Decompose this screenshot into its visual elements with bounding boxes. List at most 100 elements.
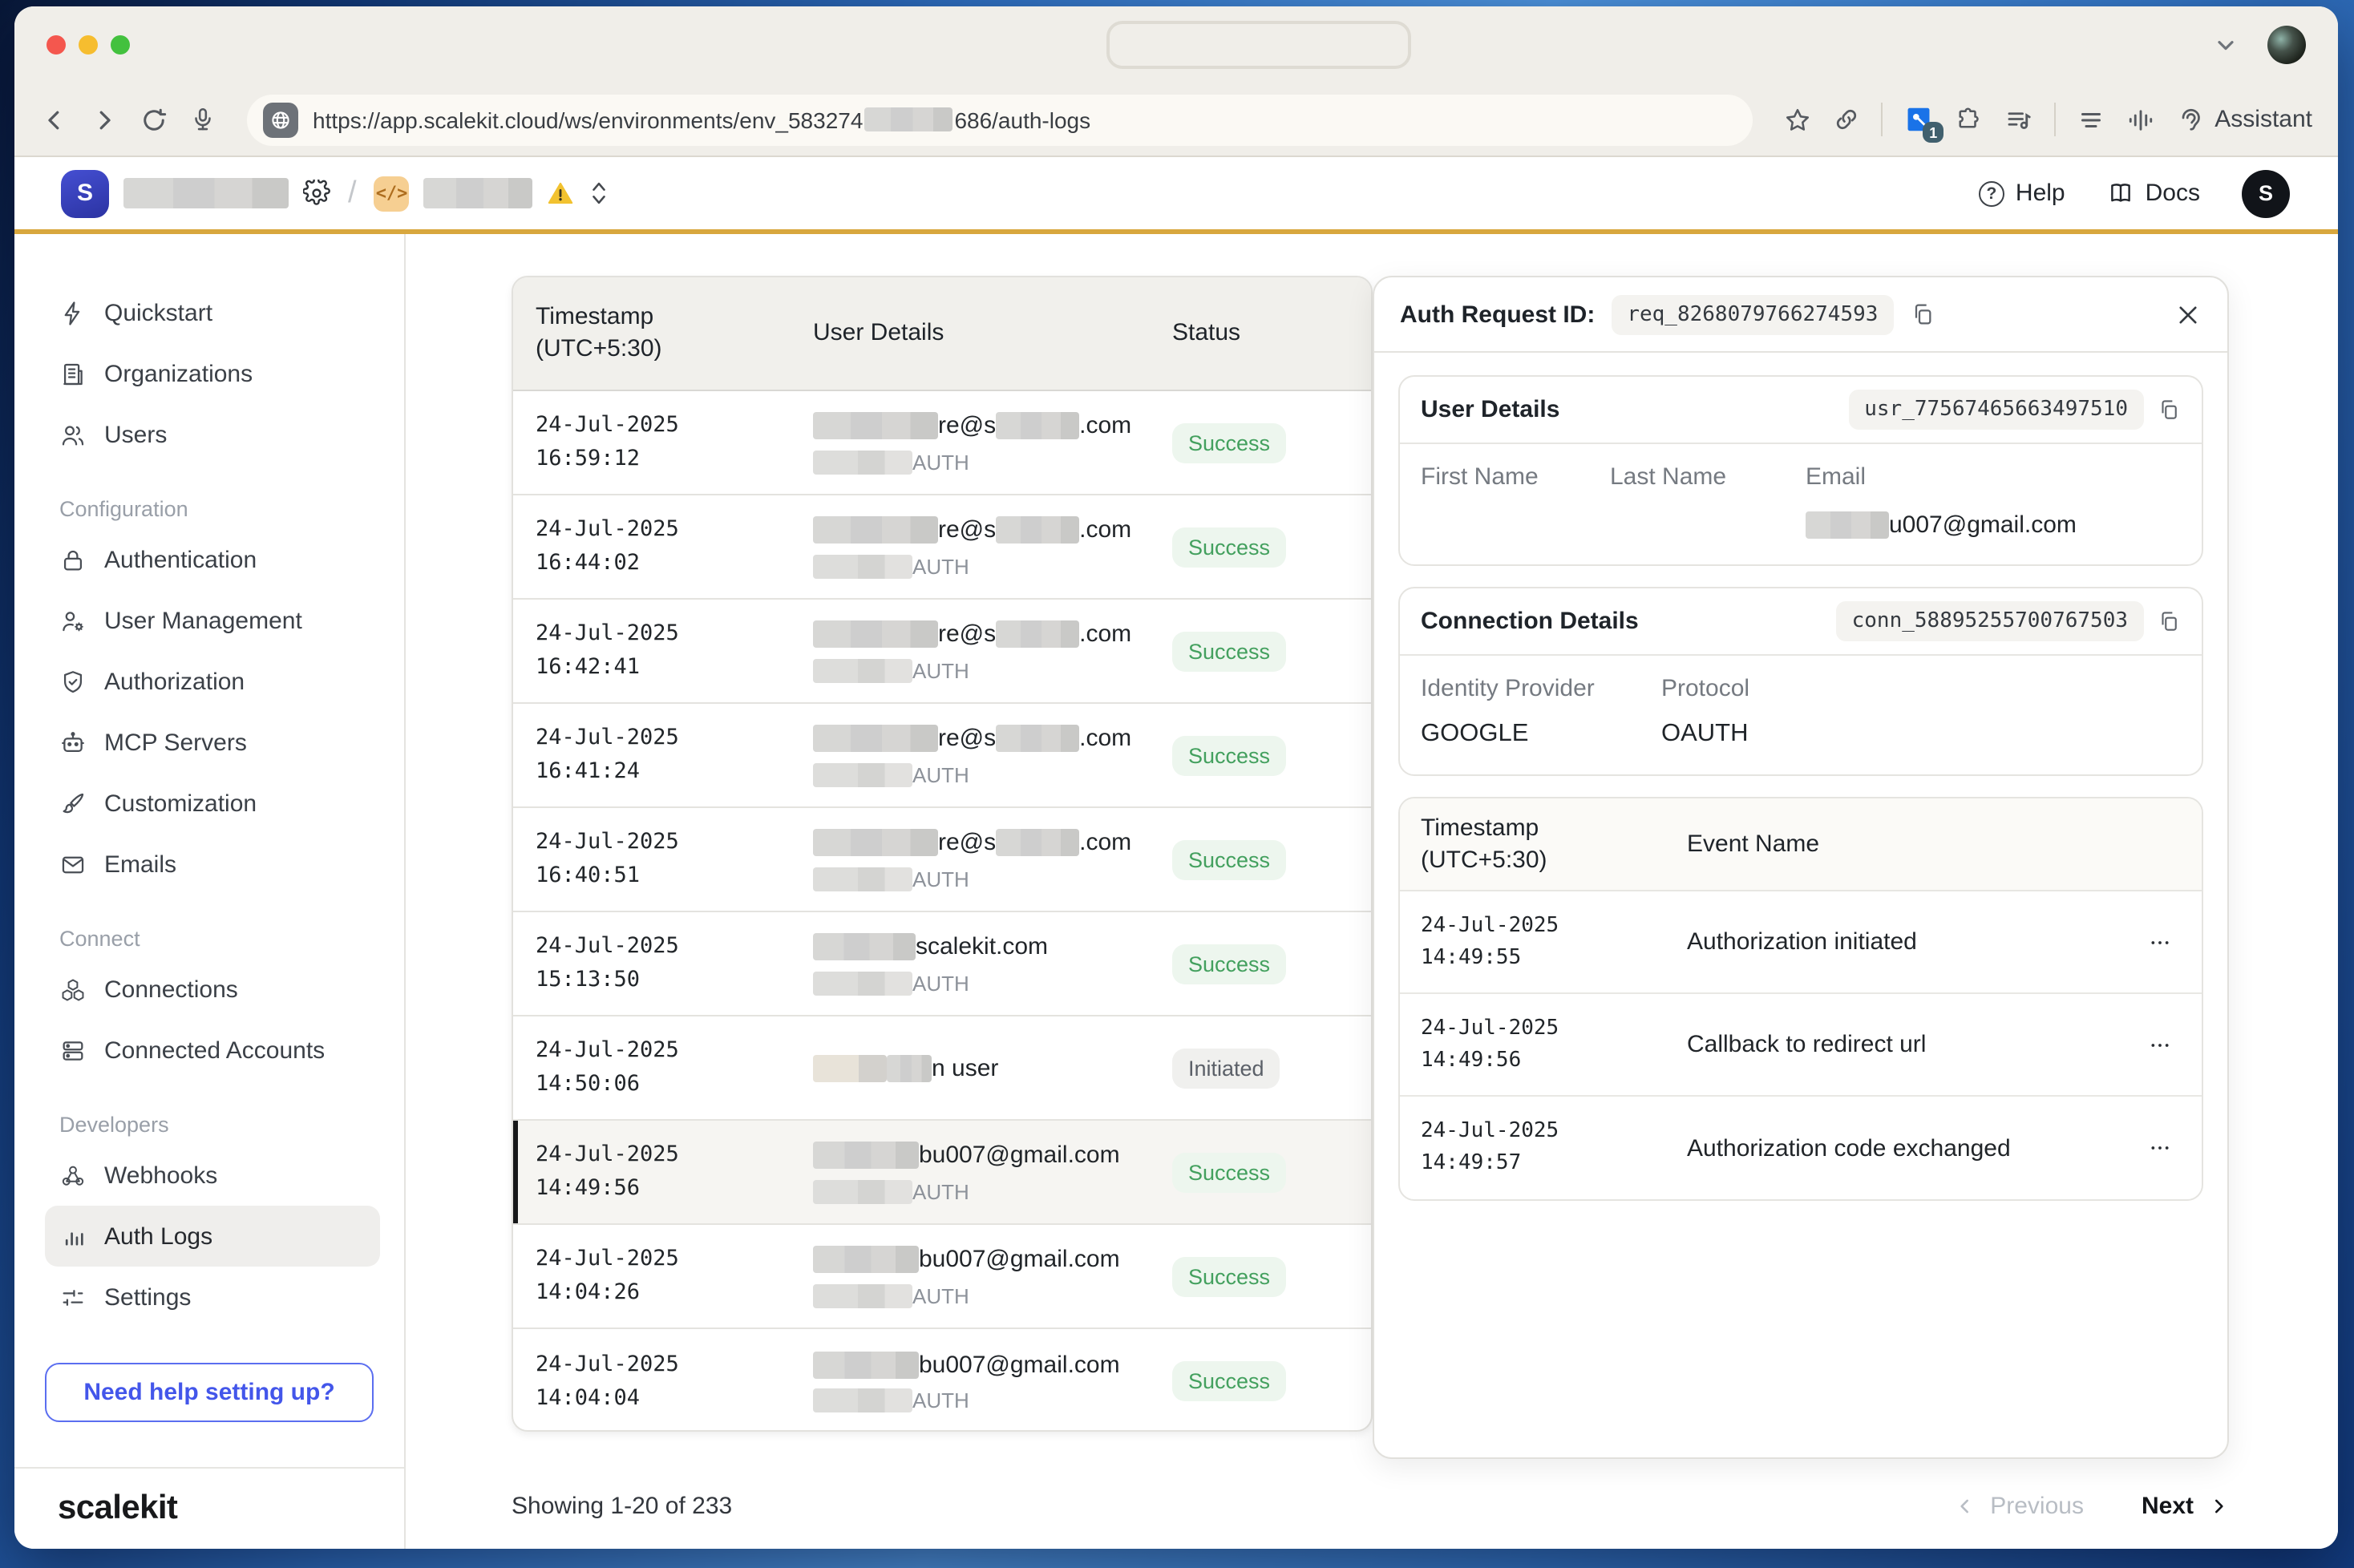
auth-request-id-label: Auth Request ID: bbox=[1400, 301, 1595, 328]
log-timestamp: 24-Jul-202515:13:50 bbox=[513, 930, 813, 997]
event-row: 24-Jul-202514:49:55Authorization initiat… bbox=[1400, 891, 2202, 994]
scalekit-logo: scalekit bbox=[58, 1489, 177, 1528]
log-row[interactable]: 24-Jul-202516:41:24re@s.comAUTHSuccess bbox=[513, 704, 1371, 808]
link-icon[interactable] bbox=[1833, 106, 1860, 133]
event-name: Callback to redirect url bbox=[1687, 1031, 2147, 1058]
more-options-icon[interactable] bbox=[2147, 929, 2202, 955]
event-row: 24-Jul-202514:49:57Authorization code ex… bbox=[1400, 1097, 2202, 1199]
sidebar-item-users[interactable]: Users bbox=[45, 404, 380, 465]
chevron-down-icon[interactable] bbox=[2213, 32, 2239, 58]
building-icon bbox=[59, 360, 87, 387]
browser-titlebar bbox=[14, 6, 2338, 83]
log-row[interactable]: 24-Jul-202514:49:56bu007@gmail.comAUTHSu… bbox=[513, 1121, 1371, 1225]
log-row[interactable]: 24-Jul-202516:44:02re@s.comAUTHSuccess bbox=[513, 495, 1371, 600]
password-manager-icon[interactable]: 1 bbox=[1903, 104, 1934, 135]
status-badge: Success bbox=[1172, 735, 1286, 775]
sidebar-item-customization[interactable]: Customization bbox=[45, 773, 380, 834]
visible-text: bu007@gmail.com bbox=[919, 1246, 1120, 1273]
visible-text: u007@gmail.com bbox=[1889, 511, 2077, 539]
workspace-settings-gear-icon[interactable] bbox=[303, 180, 330, 207]
sidebar-item-quickstart[interactable]: Quickstart bbox=[45, 282, 380, 343]
waveform-icon[interactable] bbox=[2126, 105, 2155, 134]
user-avatar[interactable]: S bbox=[2242, 169, 2290, 217]
need-help-button[interactable]: Need help setting up? bbox=[45, 1363, 374, 1422]
help-button[interactable]: ? Help bbox=[1979, 180, 2065, 207]
events-card: Timestamp(UTC+5:30) Event Name 24-Jul-20… bbox=[1398, 797, 2203, 1201]
playlist-icon[interactable] bbox=[2004, 105, 2033, 134]
book-icon bbox=[2107, 180, 2134, 207]
minimize-window-button[interactable] bbox=[79, 35, 98, 55]
docs-button[interactable]: Docs bbox=[2107, 180, 2200, 207]
user-details-card: User Details usr_77567465663497510 First… bbox=[1398, 375, 2203, 566]
browser-profile-avatar[interactable] bbox=[2267, 26, 2306, 64]
sidebar-item-mcp-servers[interactable]: MCP Servers bbox=[45, 712, 380, 773]
sidebar-item-authorization[interactable]: Authorization bbox=[45, 651, 380, 712]
sidebar-item-connections[interactable]: Connections bbox=[45, 959, 380, 1020]
log-row[interactable]: 24-Jul-202514:50:06n userInitiated bbox=[513, 1016, 1371, 1121]
forward-icon[interactable] bbox=[90, 105, 119, 134]
log-row[interactable]: 24-Jul-202516:59:12re@s.comAUTHSuccess bbox=[513, 391, 1371, 495]
reload-icon[interactable] bbox=[140, 105, 168, 134]
workspace-logo[interactable]: S bbox=[61, 169, 109, 217]
connection-id-chip: conn_58895255700767503 bbox=[1836, 601, 2144, 641]
visible-text: AUTH bbox=[912, 1283, 969, 1307]
more-options-icon[interactable] bbox=[2147, 1032, 2202, 1057]
column-timestamp: Timestamp(UTC+5:30) bbox=[513, 301, 813, 366]
sidebar-item-label: Auth Logs bbox=[104, 1222, 212, 1250]
browser-toolbar: https://app.scalekit.cloud/ws/environmen… bbox=[14, 83, 2338, 157]
bookmark-star-icon[interactable] bbox=[1783, 105, 1812, 134]
visible-text: re@s bbox=[938, 725, 996, 752]
assistant-button[interactable]: Assistant bbox=[2176, 105, 2312, 134]
protocol-value: OAUTH bbox=[1661, 720, 2181, 749]
robot-icon bbox=[59, 729, 87, 756]
url-bar[interactable]: https://app.scalekit.cloud/ws/environmen… bbox=[247, 94, 1753, 145]
copy-icon[interactable] bbox=[2157, 398, 2181, 422]
extensions-icon[interactable] bbox=[1955, 105, 1984, 134]
sidebar-item-webhooks[interactable]: Webhooks bbox=[45, 1145, 380, 1206]
visible-text: .com bbox=[1079, 516, 1131, 544]
previous-page-button[interactable]: Previous bbox=[1955, 1492, 2084, 1519]
log-row[interactable]: 24-Jul-202516:40:51re@s.comAUTHSuccess bbox=[513, 808, 1371, 912]
sidebar-item-auth-logs[interactable]: Auth Logs bbox=[45, 1206, 380, 1267]
log-row[interactable]: 24-Jul-202516:42:41re@s.comAUTHSuccess bbox=[513, 600, 1371, 704]
copy-icon[interactable] bbox=[1910, 301, 1935, 327]
sidebar-item-connected-accounts[interactable]: Connected Accounts bbox=[45, 1020, 380, 1081]
environment-code-icon[interactable]: </> bbox=[374, 176, 410, 211]
auth-request-id-chip: req_8268079766274593 bbox=[1611, 294, 1894, 334]
close-window-button[interactable] bbox=[47, 35, 66, 55]
sidebar-item-label: Authentication bbox=[104, 546, 257, 573]
redacted-url-segment bbox=[864, 107, 953, 131]
sidebar-item-emails[interactable]: Emails bbox=[45, 834, 380, 895]
log-timestamp: 24-Jul-202516:40:51 bbox=[513, 826, 813, 893]
log-row[interactable]: 24-Jul-202514:04:04bu007@gmail.comAUTHSu… bbox=[513, 1329, 1371, 1432]
visible-text: scalekit.com bbox=[916, 933, 1048, 960]
next-page-button[interactable]: Next bbox=[2142, 1492, 2229, 1519]
environment-selector-icon[interactable] bbox=[589, 180, 610, 207]
reader-icon[interactable] bbox=[2077, 105, 2105, 134]
redacted-environment-name bbox=[424, 178, 533, 208]
log-timestamp: 24-Jul-202514:04:26 bbox=[513, 1243, 813, 1310]
sidebar-item-settings[interactable]: Settings bbox=[45, 1267, 380, 1328]
protocol-label: Protocol bbox=[1661, 675, 2181, 702]
sidebar-item-user-management[interactable]: User Management bbox=[45, 590, 380, 651]
close-icon[interactable] bbox=[2174, 301, 2202, 328]
sidebar-item-label: Webhooks bbox=[104, 1162, 217, 1189]
redacted-text bbox=[887, 1054, 932, 1081]
auth-logs-table: Timestamp(UTC+5:30) User Details Status … bbox=[512, 276, 1373, 1432]
more-options-icon[interactable] bbox=[2147, 1135, 2202, 1161]
email-label: Email bbox=[1806, 463, 2181, 491]
redacted-text bbox=[813, 658, 912, 682]
redacted-text bbox=[813, 1351, 919, 1378]
stack-icon bbox=[59, 1037, 87, 1064]
zoom-window-button[interactable] bbox=[111, 35, 130, 55]
event-row: 24-Jul-202514:49:56Callback to redirect … bbox=[1400, 994, 2202, 1097]
mic-icon[interactable] bbox=[189, 106, 216, 133]
back-icon[interactable] bbox=[40, 105, 69, 134]
copy-icon[interactable] bbox=[2157, 609, 2181, 633]
sidebar-item-authentication[interactable]: Authentication bbox=[45, 529, 380, 590]
log-row[interactable]: 24-Jul-202514:04:26bu007@gmail.comAUTHSu… bbox=[513, 1225, 1371, 1329]
sidebar-item-organizations[interactable]: Organizations bbox=[45, 343, 380, 404]
sliders-icon bbox=[59, 1283, 87, 1311]
log-row[interactable]: 24-Jul-202515:13:50scalekit.comAUTHSucce… bbox=[513, 912, 1371, 1016]
sidebar-item-label: User Management bbox=[104, 607, 302, 634]
